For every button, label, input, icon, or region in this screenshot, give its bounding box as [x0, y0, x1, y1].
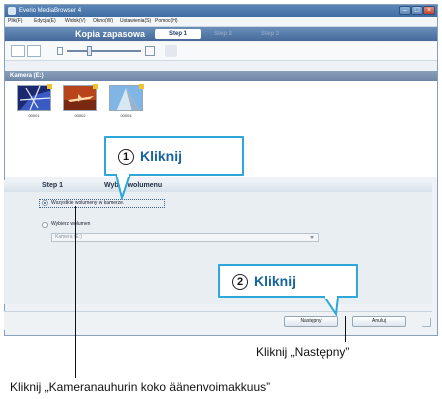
star-icon [139, 84, 144, 89]
thumbnail-1-image [18, 86, 50, 110]
callout-1: 1 Kliknij [104, 136, 244, 176]
thumbnail-1[interactable] [17, 85, 51, 111]
thumbnail-3[interactable] [109, 85, 143, 111]
radio-select-volume[interactable] [42, 222, 48, 228]
next-button[interactable]: Następny [284, 316, 338, 327]
callout-2-pointer [322, 296, 340, 316]
caption-all-volumes: Kliknij „Kameranauhurin koko äänenvoimak… [10, 380, 271, 394]
toolbar [5, 42, 437, 61]
radio-all-volumes[interactable] [42, 200, 48, 206]
step-label: Step 1 [42, 182, 64, 189]
caption-next: Kliknij „Następny” [256, 345, 350, 359]
thumbnail-2-image [64, 86, 96, 110]
step-tab-3: Step 3 [260, 31, 279, 37]
step-tab-2: Step 2 [213, 31, 232, 37]
step-header: Kopia zapasowa Step 1 Step 2 Step 3 [5, 27, 437, 41]
maximize-button[interactable]: □ [411, 6, 423, 15]
thumbnail-3-label: 00004 [120, 113, 132, 118]
callout-2-number: 2 [232, 274, 248, 290]
menu-file[interactable]: Plik(F) [8, 17, 22, 26]
app-icon [8, 7, 16, 15]
callout-2-text: Kliknij [254, 273, 297, 289]
grid-view-icon[interactable] [11, 45, 25, 57]
menu-settings[interactable]: Ustawienia(S) [120, 17, 151, 26]
title-bar: Everio MediaBrowser 4 – □ × [5, 5, 437, 17]
info-icon[interactable] [165, 45, 177, 57]
menu-view[interactable]: Widok(V) [65, 17, 86, 26]
callout-1-pointer [114, 174, 132, 200]
menu-help[interactable]: Pomoc(H) [155, 17, 178, 26]
cancel-button[interactable]: Anuluj [352, 316, 406, 327]
mode-title: Kopia zapasowa [75, 29, 146, 39]
camera-title: Kamera (E:) [10, 73, 44, 79]
list-view-icon[interactable] [27, 45, 41, 57]
volume-select-value: Kamera (E:) [55, 234, 82, 240]
resize-grip-icon[interactable] [422, 318, 431, 327]
bottom-bar: Następny Anuluj [4, 311, 432, 330]
minimize-button[interactable]: – [399, 6, 411, 15]
star-icon [47, 84, 52, 89]
chevron-down-icon [310, 236, 314, 239]
leader-line-next [345, 316, 346, 342]
thumbnail-2[interactable] [63, 85, 97, 111]
zoom-large-icon [145, 46, 155, 56]
zoom-slider[interactable] [67, 50, 141, 52]
window-title: Everio MediaBrowser 4 [19, 8, 82, 14]
star-icon [93, 84, 98, 89]
option-all-volumes-label: Wszystkie wolumeny w kamerze. [51, 200, 125, 206]
radio-selected-dot [44, 202, 46, 204]
callout-1-text: Kliknij [140, 148, 183, 164]
camera-header: Kamera (E:) [5, 71, 437, 81]
callout-1-number: 1 [118, 149, 134, 165]
zoom-small-icon [57, 47, 63, 55]
zoom-slider-handle[interactable] [87, 46, 92, 56]
thumbnail-3-image [110, 86, 142, 110]
leader-line-all-volumes [75, 206, 76, 378]
menu-window[interactable]: Okno(W) [93, 17, 113, 26]
thumbnail-1-label: 00001 [28, 113, 40, 118]
option-select-volume-label: Wybierz wolumen [51, 221, 91, 227]
volume-select[interactable]: Kamera (E:) [51, 233, 319, 242]
menu-edit[interactable]: Edycja(E) [34, 17, 56, 26]
menu-bar: Plik(F) Edycja(E) Widok(V) Okno(W) Ustaw… [5, 17, 437, 27]
callout-2: 2 Kliknij [218, 264, 358, 298]
step-tab-1: Step 1 [155, 29, 201, 39]
close-button[interactable]: × [423, 6, 435, 15]
thumbnail-2-label: 00002 [74, 113, 86, 118]
